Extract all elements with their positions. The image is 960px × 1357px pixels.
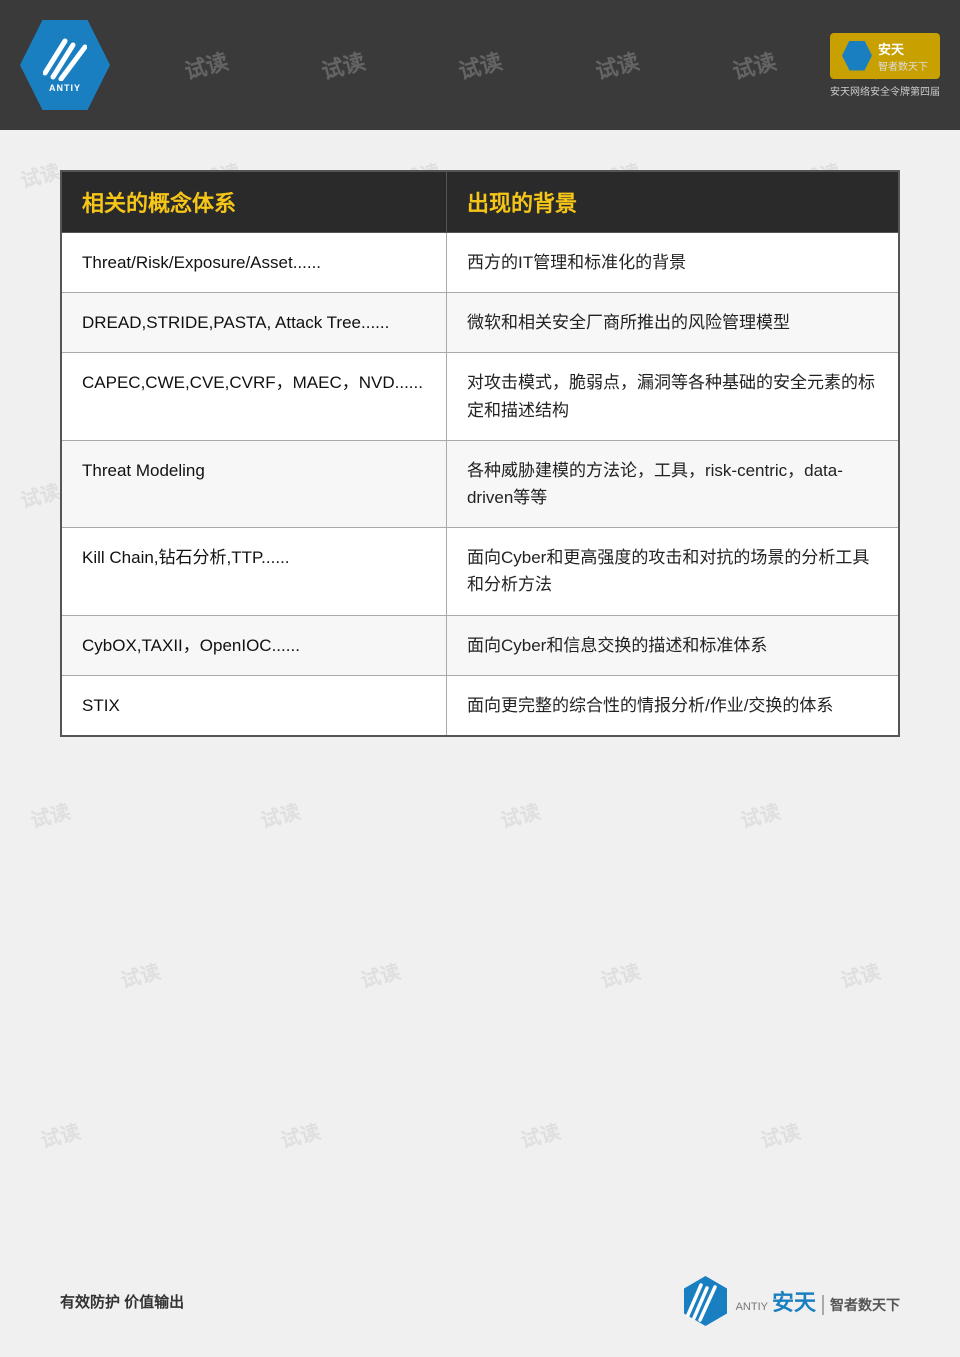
table-cell-right: 各种威胁建模的方法论，工具，risk-centric，data-driven等等 [446, 440, 899, 527]
header-right-logo: 安天 智者数天下 [830, 33, 940, 79]
table-cell-left: Threat/Risk/Exposure/Asset...... [61, 233, 446, 293]
table-row: Threat/Risk/Exposure/Asset......西方的IT管理和… [61, 233, 899, 293]
table-header-col1: 相关的概念体系 [61, 171, 446, 233]
table-cell-left: STIX [61, 675, 446, 736]
logo: ANTIY [20, 20, 110, 110]
table-row: CAPEC,CWE,CVE,CVRF，MAEC，NVD......对攻击模式，脆… [61, 353, 899, 440]
footer-brand-prefix: ANTIY [736, 1301, 768, 1313]
header: 试读 试读 试读 试读 试读 试读 试读 ANTIY 安天 智者数天下 安天网络… [0, 0, 960, 130]
footer-logo-icon [683, 1275, 728, 1327]
table-cell-left: CybOX,TAXII，OpenIOC...... [61, 615, 446, 675]
table-cell-right: 微软和相关安全厂商所推出的风险管理模型 [446, 293, 899, 353]
table-header-col2: 出现的背景 [446, 171, 899, 233]
footer: 有效防护 价值输出 ANTIY 安天 智者数天下 [0, 1275, 960, 1327]
table-cell-right: 西方的IT管理和标准化的背景 [446, 233, 899, 293]
table-row: STIX面向更完整的综合性的情报分析/作业/交换的体系 [61, 675, 899, 736]
logo-icon [43, 37, 87, 81]
header-brand-main: 安天 [878, 39, 928, 58]
table-cell-left: Threat Modeling [61, 440, 446, 527]
table-cell-right: 面向Cyber和信息交换的描述和标准体系 [446, 615, 899, 675]
table-row: CybOX,TAXII，OpenIOC......面向Cyber和信息交换的描述… [61, 615, 899, 675]
table-cell-left: DREAD,STRIDE,PASTA, Attack Tree...... [61, 293, 446, 353]
header-watermarks: 试读 试读 试读 试读 试读 试读 试读 [0, 0, 960, 130]
footer-brand-secondary: 智者数天下 [822, 1295, 900, 1315]
table-row: Threat Modeling各种威胁建模的方法论，工具，risk-centri… [61, 440, 899, 527]
footer-right: ANTIY 安天 智者数天下 [683, 1275, 900, 1327]
logo-text: ANTIY [49, 83, 81, 93]
header-subtitle: 安天网络安全令牌第四届 [830, 83, 940, 98]
table-cell-left: CAPEC,CWE,CVE,CVRF，MAEC，NVD...... [61, 353, 446, 440]
footer-left-text: 有效防护 价值输出 [60, 1291, 184, 1312]
table-cell-right: 对攻击模式，脆弱点，漏洞等各种基础的安全元素的标定和描述结构 [446, 353, 899, 440]
header-brand-sub: 智者数天下 [878, 58, 928, 73]
table-cell-left: Kill Chain,钻石分析,TTP...... [61, 528, 446, 615]
table-cell-right: 面向Cyber和更高强度的攻击和对抗的场景的分析工具和分析方法 [446, 528, 899, 615]
table-cell-right: 面向更完整的综合性的情报分析/作业/交换的体系 [446, 675, 899, 736]
table-row: Kill Chain,钻石分析,TTP......面向Cyber和更高强度的攻击… [61, 528, 899, 615]
header-right: 安天 智者数天下 安天网络安全令牌第四届 [830, 33, 940, 98]
header-right-icon [842, 41, 872, 71]
footer-brand-main: 安天 [772, 1285, 816, 1317]
table-row: DREAD,STRIDE,PASTA, Attack Tree......微软和… [61, 293, 899, 353]
main-content: 相关的概念体系 出现的背景 Threat/Risk/Exposure/Asset… [0, 130, 960, 777]
concept-table: 相关的概念体系 出现的背景 Threat/Risk/Exposure/Asset… [60, 170, 900, 737]
